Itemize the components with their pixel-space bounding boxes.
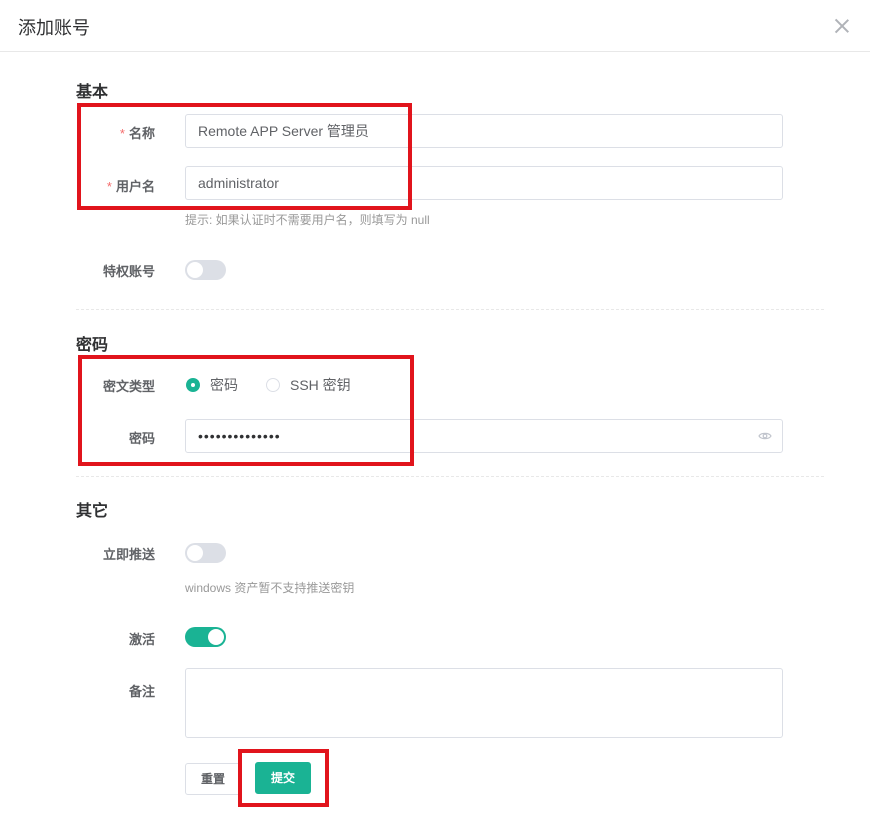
annotation-box-name-username xyxy=(77,103,412,210)
dialog-title: 添加账号 xyxy=(18,18,90,38)
active-switch[interactable] xyxy=(185,627,226,647)
section-title-password: 密码 xyxy=(76,337,109,354)
comment-label: 备注 xyxy=(128,684,155,699)
switch-knob xyxy=(187,545,203,561)
push-now-label: 立即推送 xyxy=(102,547,155,562)
comment-textarea[interactable] xyxy=(185,668,783,738)
privileged-label: 特权账号 xyxy=(102,264,155,279)
section-title-other: 其它 xyxy=(76,503,109,520)
push-now-hint: windows 资产暂不支持推送密钥 xyxy=(185,581,355,595)
privileged-switch[interactable] xyxy=(185,260,226,280)
username-hint: 提示: 如果认证时不需要用户名，则填写为 null xyxy=(185,213,430,227)
section-divider xyxy=(76,476,824,477)
annotation-box-submit xyxy=(238,749,329,807)
switch-knob xyxy=(187,262,203,278)
section-divider xyxy=(76,309,824,310)
eye-icon[interactable] xyxy=(758,431,772,441)
close-icon[interactable] xyxy=(832,16,852,36)
push-now-switch[interactable] xyxy=(185,543,226,563)
switch-knob xyxy=(208,629,224,645)
section-title-basic: 基本 xyxy=(76,84,109,101)
annotation-box-secret xyxy=(78,355,414,466)
active-label: 激活 xyxy=(128,632,155,647)
reset-button[interactable]: 重置 xyxy=(185,763,241,795)
dialog-header: 添加账号 xyxy=(0,0,870,52)
